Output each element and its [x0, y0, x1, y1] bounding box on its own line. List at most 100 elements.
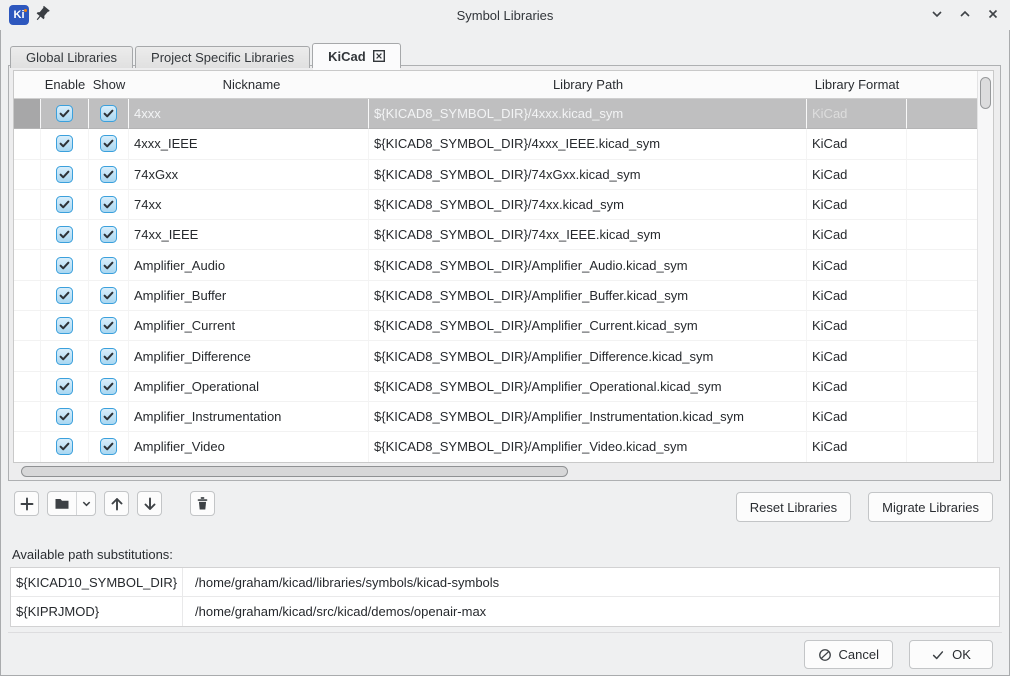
library-path-cell[interactable]: ${KICAD8_SYMBOL_DIR}/4xxx.kicad_sym	[369, 99, 807, 129]
show-checkbox[interactable]	[100, 438, 117, 455]
row-selector[interactable]	[14, 341, 41, 371]
library-format-cell[interactable]: KiCad	[807, 160, 907, 190]
library-path-cell[interactable]: ${KICAD8_SYMBOL_DIR}/74xx.kicad_sym	[369, 190, 807, 220]
tab-kicad[interactable]: KiCad	[312, 43, 401, 68]
table-row[interactable]: 4xxx_IEEE ${KICAD8_SYMBOL_DIR}/4xxx_IEEE…	[14, 129, 993, 159]
row-selector[interactable]	[14, 99, 41, 129]
nickname-cell[interactable]: Amplifier_Operational	[129, 372, 369, 402]
close-button[interactable]	[982, 3, 1004, 25]
table-row[interactable]: Amplifier_Video ${KICAD8_SYMBOL_DIR}/Amp…	[14, 432, 993, 462]
tab-close-icon[interactable]	[373, 50, 385, 62]
library-format-cell[interactable]: KiCad	[807, 190, 907, 220]
library-path-cell[interactable]: ${KICAD8_SYMBOL_DIR}/Amplifier_Differenc…	[369, 341, 807, 371]
library-format-cell[interactable]: KiCad	[807, 311, 907, 341]
migrate-libraries-button[interactable]: Migrate Libraries	[868, 492, 993, 522]
nickname-cell[interactable]: 74xGxx	[129, 160, 369, 190]
library-format-cell[interactable]: KiCad	[807, 402, 907, 432]
show-checkbox[interactable]	[100, 196, 117, 213]
library-format-cell[interactable]: KiCad	[807, 281, 907, 311]
add-library-button[interactable]	[14, 491, 39, 516]
header-library-path[interactable]: Library Path	[369, 71, 807, 98]
nickname-cell[interactable]: Amplifier_Video	[129, 432, 369, 462]
table-row[interactable]: 74xx ${KICAD8_SYMBOL_DIR}/74xx.kicad_sym…	[14, 190, 993, 220]
header-nickname[interactable]: Nickname	[129, 71, 369, 98]
header-library-format[interactable]: Library Format	[807, 71, 907, 98]
row-selector[interactable]	[14, 281, 41, 311]
enable-checkbox[interactable]	[56, 317, 73, 334]
minimize-button[interactable]	[926, 3, 948, 25]
row-selector[interactable]	[14, 129, 41, 159]
show-checkbox[interactable]	[100, 378, 117, 395]
nickname-cell[interactable]: 74xx_IEEE	[129, 220, 369, 250]
enable-checkbox[interactable]	[56, 105, 73, 122]
enable-checkbox[interactable]	[56, 348, 73, 365]
show-checkbox[interactable]	[100, 226, 117, 243]
row-selector[interactable]	[14, 432, 41, 462]
library-format-cell[interactable]: KiCad	[807, 372, 907, 402]
enable-checkbox[interactable]	[56, 378, 73, 395]
library-path-cell[interactable]: ${KICAD8_SYMBOL_DIR}/Amplifier_Current.k…	[369, 311, 807, 341]
show-checkbox[interactable]	[100, 135, 117, 152]
enable-checkbox[interactable]	[56, 135, 73, 152]
row-selector[interactable]	[14, 250, 41, 280]
show-checkbox[interactable]	[100, 287, 117, 304]
row-selector[interactable]	[14, 402, 41, 432]
table-row[interactable]: Amplifier_Instrumentation ${KICAD8_SYMBO…	[14, 402, 993, 432]
table-row[interactable]: Amplifier_Operational ${KICAD8_SYMBOL_DI…	[14, 372, 993, 402]
title-bar[interactable]: Ki Symbol Libraries	[0, 0, 1010, 30]
horizontal-scrollbar-thumb[interactable]	[21, 466, 568, 477]
nickname-cell[interactable]: Amplifier_Current	[129, 311, 369, 341]
tab-project-specific-libraries[interactable]: Project Specific Libraries	[135, 46, 310, 68]
folder-open-icon[interactable]	[48, 492, 76, 515]
header-show[interactable]: Show	[89, 71, 129, 98]
row-selector[interactable]	[14, 220, 41, 250]
tab-global-libraries[interactable]: Global Libraries	[10, 46, 133, 68]
delete-library-button[interactable]	[190, 491, 215, 516]
library-path-cell[interactable]: ${KICAD8_SYMBOL_DIR}/4xxx_IEEE.kicad_sym	[369, 129, 807, 159]
row-selector[interactable]	[14, 160, 41, 190]
nickname-cell[interactable]: Amplifier_Buffer	[129, 281, 369, 311]
enable-checkbox[interactable]	[56, 287, 73, 304]
folder-dropdown-chevron-icon[interactable]	[76, 492, 95, 515]
header-enable[interactable]: Enable	[41, 71, 89, 98]
nickname-cell[interactable]: Amplifier_Instrumentation	[129, 402, 369, 432]
nickname-cell[interactable]: 4xxx_IEEE	[129, 129, 369, 159]
library-path-cell[interactable]: ${KICAD8_SYMBOL_DIR}/74xx_IEEE.kicad_sym	[369, 220, 807, 250]
library-path-cell[interactable]: ${KICAD8_SYMBOL_DIR}/Amplifier_Operation…	[369, 372, 807, 402]
nickname-cell[interactable]: 4xxx	[129, 99, 369, 129]
table-row[interactable]: 74xGxx ${KICAD8_SYMBOL_DIR}/74xGxx.kicad…	[14, 160, 993, 190]
library-format-cell[interactable]: KiCad	[807, 432, 907, 462]
table-row[interactable]: Amplifier_Difference ${KICAD8_SYMBOL_DIR…	[14, 341, 993, 371]
nickname-cell[interactable]: Amplifier_Difference	[129, 341, 369, 371]
library-format-cell[interactable]: KiCad	[807, 220, 907, 250]
row-selector[interactable]	[14, 372, 41, 402]
table-row[interactable]: 4xxx ${KICAD8_SYMBOL_DIR}/4xxx.kicad_sym…	[14, 99, 993, 129]
show-checkbox[interactable]	[100, 257, 117, 274]
row-selector[interactable]	[14, 190, 41, 220]
row-selector[interactable]	[14, 311, 41, 341]
enable-checkbox[interactable]	[56, 257, 73, 274]
enable-checkbox[interactable]	[56, 226, 73, 243]
cancel-button[interactable]: Cancel	[804, 640, 893, 669]
enable-checkbox[interactable]	[56, 408, 73, 425]
enable-checkbox[interactable]	[56, 166, 73, 183]
library-path-cell[interactable]: ${KICAD8_SYMBOL_DIR}/Amplifier_Buffer.ki…	[369, 281, 807, 311]
show-checkbox[interactable]	[100, 317, 117, 334]
show-checkbox[interactable]	[100, 105, 117, 122]
enable-checkbox[interactable]	[56, 196, 73, 213]
table-row[interactable]: Amplifier_Current ${KICAD8_SYMBOL_DIR}/A…	[14, 311, 993, 341]
table-row[interactable]: Amplifier_Audio ${KICAD8_SYMBOL_DIR}/Amp…	[14, 250, 993, 280]
library-path-cell[interactable]: ${KICAD8_SYMBOL_DIR}/Amplifier_Instrumen…	[369, 402, 807, 432]
move-down-button[interactable]	[137, 491, 162, 516]
table-row[interactable]: Amplifier_Buffer ${KICAD8_SYMBOL_DIR}/Am…	[14, 281, 993, 311]
library-format-cell[interactable]: KiCad	[807, 341, 907, 371]
move-up-button[interactable]	[104, 491, 129, 516]
library-format-cell[interactable]: KiCad	[807, 129, 907, 159]
library-path-cell[interactable]: ${KICAD8_SYMBOL_DIR}/74xGxx.kicad_sym	[369, 160, 807, 190]
nickname-cell[interactable]: 74xx	[129, 190, 369, 220]
show-checkbox[interactable]	[100, 348, 117, 365]
ok-button[interactable]: OK	[909, 640, 993, 669]
enable-checkbox[interactable]	[56, 438, 73, 455]
library-path-cell[interactable]: ${KICAD8_SYMBOL_DIR}/Amplifier_Audio.kic…	[369, 250, 807, 280]
show-checkbox[interactable]	[100, 408, 117, 425]
